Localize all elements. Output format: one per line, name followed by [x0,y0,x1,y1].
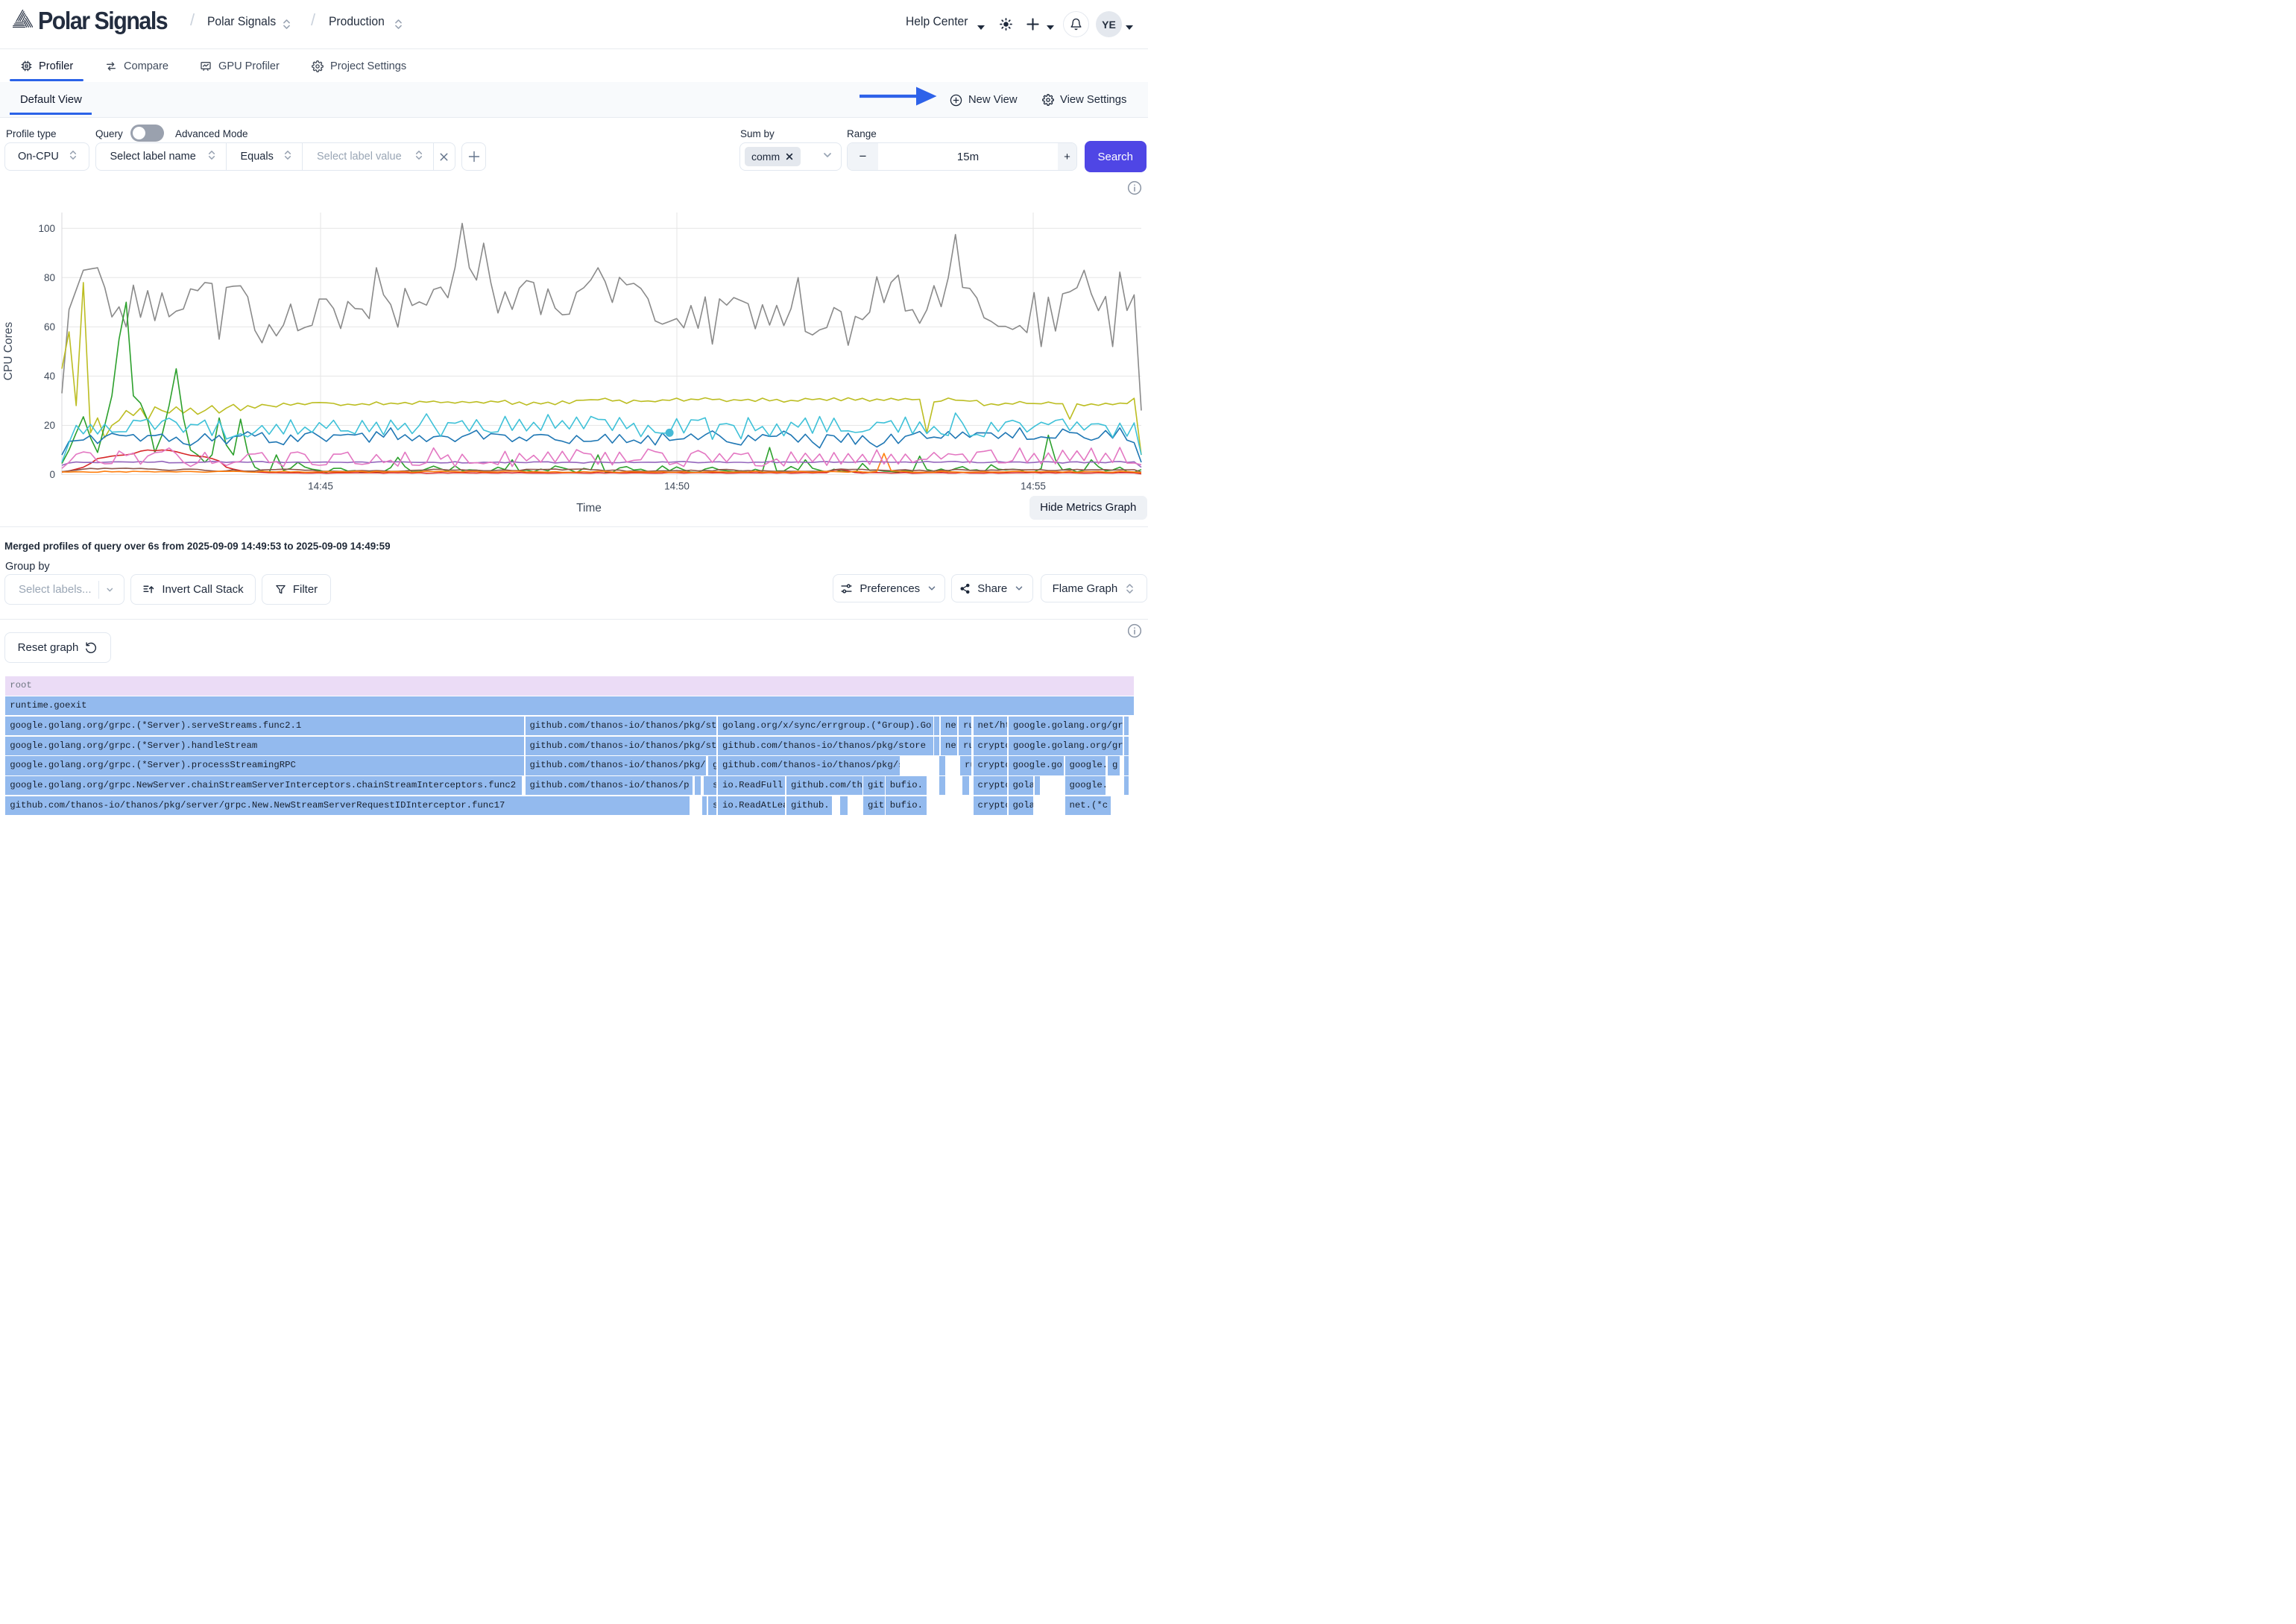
svg-text:14:45: 14:45 [308,481,333,492]
svg-text:0: 0 [49,469,55,480]
svg-text:80: 80 [44,272,55,283]
svg-text:14:55: 14:55 [1021,481,1046,492]
svg-text:100: 100 [38,223,55,234]
svg-text:20: 20 [44,420,55,431]
svg-text:Time: Time [576,502,602,514]
svg-text:14:50: 14:50 [664,481,690,492]
svg-text:60: 60 [44,321,55,333]
svg-text:40: 40 [44,371,55,382]
svg-text:CPU Cores: CPU Cores [2,322,15,381]
